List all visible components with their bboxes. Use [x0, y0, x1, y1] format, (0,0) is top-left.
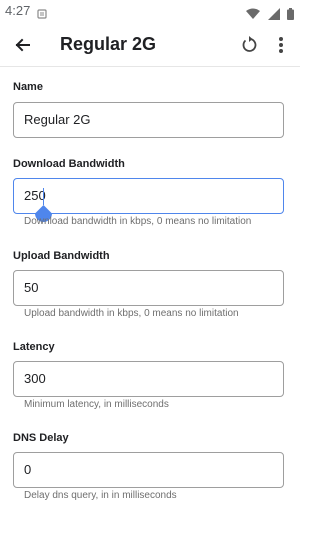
more-vert-icon[interactable]	[270, 32, 292, 58]
battery-icon	[287, 7, 294, 20]
latency-field[interactable]: 300	[13, 361, 284, 397]
back-arrow-icon[interactable]	[10, 32, 36, 58]
dns-delay-label: DNS Delay	[13, 432, 69, 444]
dns-delay-helper: Delay dns query, in in milliseconds	[24, 490, 177, 501]
name-field[interactable]: Regular 2G	[13, 102, 284, 138]
name-label: Name	[13, 81, 43, 93]
reset-icon[interactable]	[236, 32, 262, 58]
dns-delay-field[interactable]: 0	[13, 452, 284, 488]
upload-bandwidth-helper: Upload bandwidth in kbps, 0 means no lim…	[24, 308, 239, 319]
latency-label: Latency	[13, 341, 55, 353]
upload-bandwidth-label: Upload Bandwidth	[13, 250, 110, 262]
status-bar: 4:27	[0, 0, 300, 24]
status-icons	[243, 5, 294, 23]
app-bar: Regular 2G	[0, 24, 300, 67]
text-cursor	[43, 188, 44, 205]
cellular-icon	[267, 7, 280, 20]
upload-bandwidth-field[interactable]: 50	[13, 270, 284, 306]
download-bandwidth-helper: Download bandwidth in kbps, 0 means no l…	[24, 216, 252, 227]
notification-icon	[37, 6, 47, 24]
latency-helper: Minimum latency, in milliseconds	[24, 399, 169, 410]
download-bandwidth-field[interactable]: 250	[13, 178, 284, 214]
download-bandwidth-label: Download Bandwidth	[13, 158, 125, 170]
page-title: Regular 2G	[60, 34, 157, 54]
wifi-icon	[246, 8, 261, 19]
status-time: 4:27	[5, 3, 31, 18]
